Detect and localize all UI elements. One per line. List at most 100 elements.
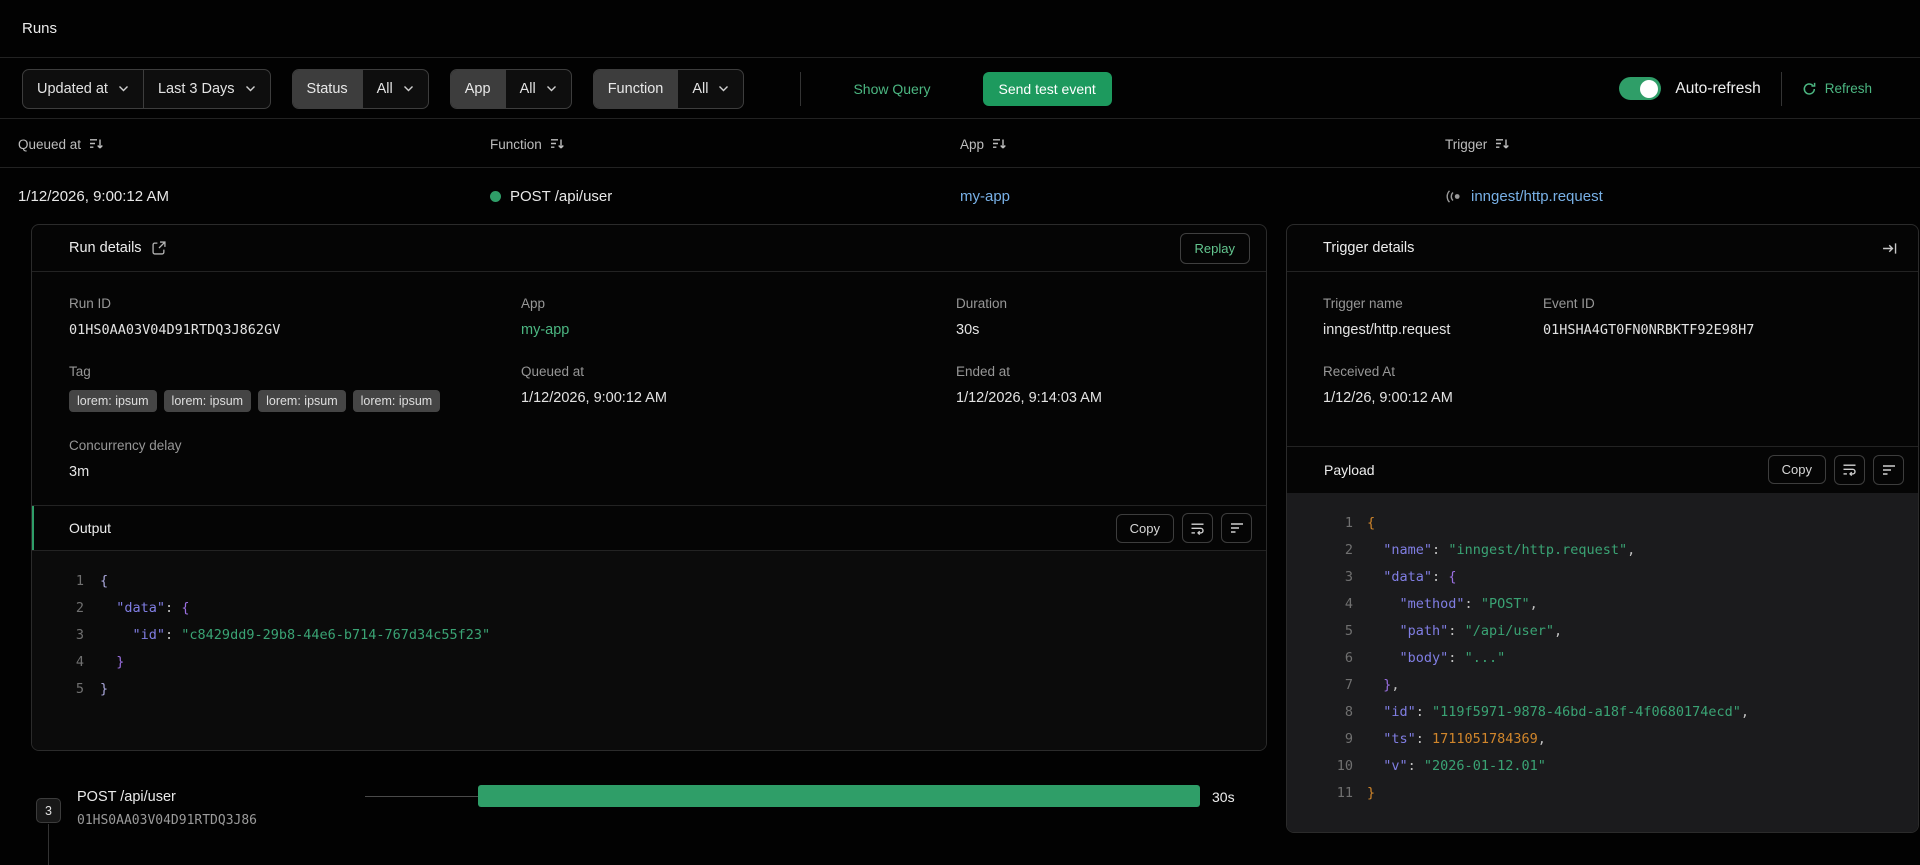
event-pulse-icon	[1445, 189, 1462, 203]
code-line: 9 "ts": 1711051784369,	[1287, 726, 1918, 753]
timeline-duration-label: 30s	[1212, 789, 1235, 805]
line-number: 8	[1344, 704, 1353, 720]
app-link[interactable]: my-app	[521, 322, 956, 338]
payload-code-editor[interactable]: 1{2 "name": "inngest/http.request", 3 "da…	[1287, 493, 1918, 807]
sort-icon[interactable]	[992, 137, 1007, 151]
output-section-header: Output Copy	[32, 505, 1266, 551]
sort-icon[interactable]	[89, 137, 104, 151]
status-filter-dropdown[interactable]: All	[361, 69, 428, 108]
cell-queued-at: 1/12/2026, 9:00:12 AM	[18, 187, 169, 205]
time-range-label: Last 3 Days	[157, 80, 235, 97]
run-details-title: Run details	[69, 240, 142, 256]
auto-refresh-toggle[interactable]	[1619, 77, 1662, 100]
timeline-duration-bar[interactable]	[478, 785, 1200, 807]
output-actions: Copy	[1115, 513, 1252, 543]
align-left-icon	[1230, 522, 1244, 534]
status-filter-label: Status	[292, 69, 362, 108]
refresh-button[interactable]: Refresh	[1802, 81, 1872, 96]
sort-icon[interactable]	[1495, 137, 1510, 151]
replay-button[interactable]: Replay	[1179, 232, 1250, 264]
app-filter-value: All	[519, 80, 536, 97]
field-queued-at: Queued at 1/12/2026, 9:00:12 AM	[521, 364, 667, 406]
time-field-label: Updated at	[37, 80, 108, 97]
line-number: 9	[1344, 731, 1353, 747]
tag-chips: lorem: ipsum lorem: ipsum lorem: ipsum l…	[69, 390, 521, 412]
align-left-icon	[1882, 464, 1896, 476]
toolbar-divider	[1780, 71, 1782, 106]
trigger-details-fields: Trigger name inngest/http.request Event …	[1287, 272, 1918, 406]
run-id-value: 01HS0AA03V04D91RTDQ3J862GV	[69, 322, 281, 338]
field-duration: Duration 30s	[956, 296, 1008, 338]
align-left-button[interactable]	[1221, 513, 1252, 543]
word-wrap-button[interactable]	[1182, 513, 1213, 543]
line-number: 7	[1344, 677, 1353, 693]
show-query-button[interactable]: Show Query	[853, 81, 930, 97]
function-filter-dropdown[interactable]: All	[677, 69, 743, 108]
function-filter-value: All	[692, 80, 709, 97]
copy-button[interactable]: Copy	[1115, 513, 1174, 543]
code-line: 3 "data": {	[1287, 564, 1918, 591]
output-title: Output	[69, 520, 112, 536]
code-line: 7 },	[1287, 672, 1918, 699]
payload-actions: Copy	[1767, 454, 1904, 485]
tag-chip: lorem: ipsum	[163, 390, 252, 412]
output-code-editor[interactable]: 1{2 "data": {3 "id": "c8429dd9-29b8-44e6…	[32, 551, 1266, 750]
cell-trigger: inngest/http.request	[1445, 169, 1603, 223]
code-line: 5}	[32, 676, 1266, 703]
filter-toolbar: Updated at Last 3 Days Status All App Al…	[0, 59, 1920, 119]
word-wrap-icon	[1842, 463, 1857, 476]
collapse-right-icon[interactable]	[1882, 242, 1898, 255]
app-filter-dropdown[interactable]: All	[504, 69, 571, 108]
code-line: 1{	[32, 568, 1266, 595]
chevron-down-icon	[245, 85, 256, 92]
top-bar: Runs	[0, 0, 1920, 58]
tag-chip: lorem: ipsum	[69, 390, 157, 412]
run-table-row[interactable]: 1/12/2026, 9:00:12 AM POST /api/user my-…	[0, 169, 1920, 223]
copy-button[interactable]: Copy	[1767, 455, 1826, 484]
code-line: 11}	[1287, 780, 1918, 807]
column-header-function: Function	[490, 120, 565, 168]
status-filter-group: Status All	[291, 68, 429, 109]
status-dot-icon	[490, 190, 501, 202]
line-number: 10	[1336, 758, 1353, 774]
function-filter-group: Function All	[592, 68, 745, 109]
refresh-label: Refresh	[1824, 81, 1872, 96]
external-link-icon[interactable]	[151, 241, 166, 255]
payload-section-header: Payload Copy	[1287, 446, 1918, 492]
column-header-trigger: Trigger	[1445, 120, 1510, 168]
line-number: 1	[75, 573, 84, 589]
time-field-dropdown[interactable]: Updated at	[23, 70, 143, 108]
step-count-badge[interactable]: 3	[36, 798, 61, 823]
word-wrap-icon	[1190, 522, 1205, 535]
align-left-button[interactable]	[1873, 454, 1904, 485]
runs-table-header: Queued at Function App Trigger	[0, 120, 1920, 168]
sort-icon[interactable]	[550, 137, 565, 151]
run-details-panel: Run details Replay Run ID 01HS0AA03V04D9…	[31, 224, 1267, 751]
app-link[interactable]: my-app	[960, 188, 1010, 205]
line-number: 5	[1344, 623, 1353, 639]
trigger-link[interactable]: inngest/http.request	[1471, 188, 1603, 205]
line-number: 11	[1336, 785, 1353, 801]
send-test-event-button[interactable]: Send test event	[982, 71, 1112, 106]
timeline-function-name: POST /api/user	[77, 789, 176, 805]
line-number: 2	[75, 600, 84, 616]
toolbar-divider	[800, 71, 802, 106]
timeline-run-id: 01HS0AA03V04D91RTDQ3J86	[77, 813, 258, 828]
time-range-dropdown[interactable]: Last 3 Days	[142, 69, 270, 108]
line-number: 4	[75, 654, 84, 670]
code-line: 10 "v": "2026-01-12.01"	[1287, 753, 1918, 780]
field-ended-at: Ended at 1/12/2026, 9:14:03 AM	[956, 364, 1102, 406]
timeline-tree-connector	[48, 824, 49, 865]
field-trigger-name: Trigger name inngest/http.request	[1323, 296, 1451, 338]
code-line: 5 "path": "/api/user",	[1287, 618, 1918, 645]
code-line: 3 "id": "c8429dd9-29b8-44e6-b714-767d34c…	[32, 622, 1266, 649]
word-wrap-button[interactable]	[1834, 454, 1865, 485]
field-tag: Tag lorem: ipsum lorem: ipsum lorem: ips…	[69, 364, 521, 412]
code-line: 8 "id": "119f5971-9878-46bd-a18f-4f06801…	[1287, 699, 1918, 726]
app-filter-label: App	[450, 69, 505, 108]
refresh-icon	[1802, 82, 1817, 96]
line-number: 2	[1344, 542, 1353, 558]
line-number: 1	[1344, 515, 1353, 531]
code-line: 4 "method": "POST",	[1287, 591, 1918, 618]
line-number: 4	[1344, 596, 1353, 612]
